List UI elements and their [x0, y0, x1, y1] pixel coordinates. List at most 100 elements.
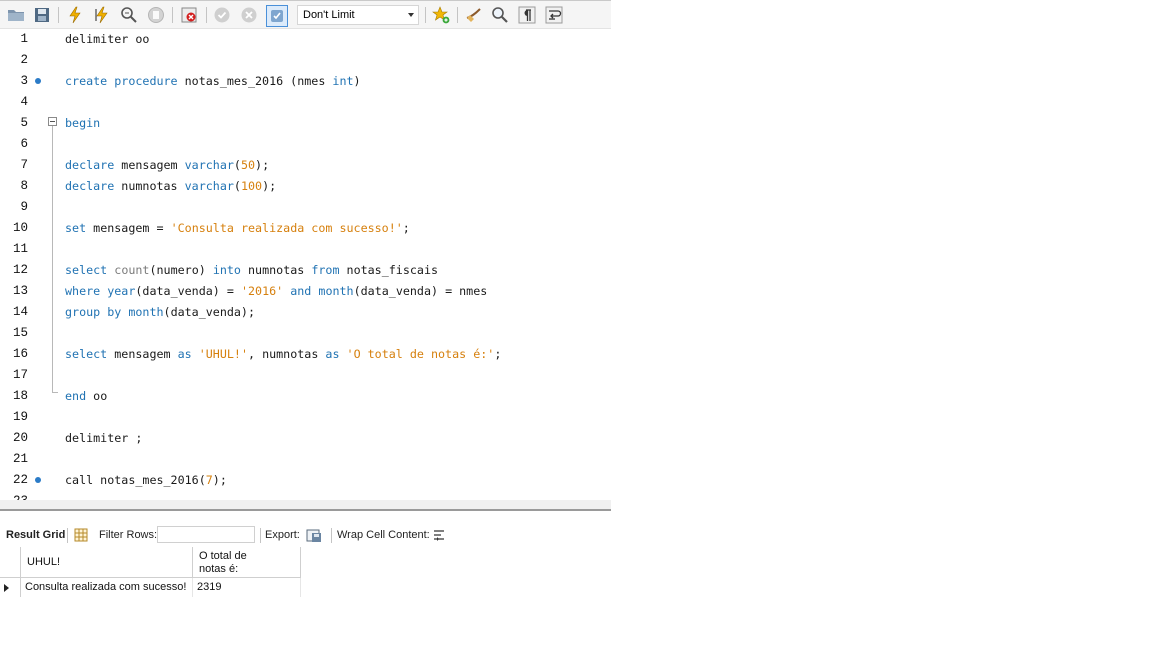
code-line[interactable]: 4 [0, 92, 611, 113]
code-line[interactable]: 19 [0, 407, 611, 428]
line-number: 16 [12, 347, 28, 361]
code-token: as [177, 347, 192, 361]
code-line[interactable]: 20 delimiter ; [0, 428, 611, 449]
line-number: 15 [12, 326, 28, 340]
code-line[interactable]: 12 select count(numero) into numnotas fro… [0, 260, 611, 281]
code-token: where [65, 284, 101, 298]
result-toolbar: Result Grid Filter Rows: Export: Wrap Ce… [0, 524, 611, 546]
editor-horizontal-scrollbar[interactable] [0, 500, 611, 509]
line-number: 23 [0, 491, 28, 500]
row-indicator[interactable] [0, 578, 21, 597]
autocommit-icon[interactable] [266, 5, 288, 27]
fold-toggle-icon[interactable] [48, 117, 57, 126]
code-token: end [65, 389, 87, 403]
code-text: begin [65, 113, 100, 134]
code-token: mensagem [114, 158, 185, 172]
code-token: 100 [240, 179, 263, 193]
code-token: (data_venda); [163, 305, 256, 319]
code-line[interactable]: 23 [0, 491, 611, 500]
filter-rows-label: Filter Rows: [99, 529, 158, 541]
line-number: 22 [12, 473, 28, 487]
code-token: create procedure [65, 74, 178, 88]
line-number: 12 [12, 263, 28, 277]
code-text: create procedure notas_mes_2016 (nmes in… [65, 71, 361, 92]
code-token: 'Consulta realizada com sucesso!' [170, 221, 403, 235]
code-line[interactable]: 1 delimiter oo [0, 29, 611, 50]
statement-marker-icon[interactable] [35, 477, 41, 483]
code-token: declare [65, 158, 115, 172]
column-header[interactable]: O total de notas é: [193, 547, 301, 578]
editor-result-splitter[interactable] [0, 509, 611, 511]
code-line[interactable]: 18 end oo [0, 386, 611, 407]
wrap-icon[interactable] [545, 6, 563, 24]
toolbar-separator [260, 528, 261, 543]
code-token: mensagem [107, 347, 178, 361]
code-line[interactable]: 3 create procedure notas_mes_2016 (nmes i… [0, 71, 611, 92]
code-line[interactable]: 8 declare numnotas varchar(100); [0, 176, 611, 197]
stop-icon[interactable] [147, 6, 165, 24]
code-line[interactable]: 7 declare mensagem varchar(50); [0, 155, 611, 176]
code-text: group by month(data_venda); [65, 302, 255, 323]
rollback-icon[interactable] [240, 6, 258, 24]
statement-marker-icon[interactable] [35, 78, 41, 84]
code-text: delimiter ; [65, 428, 142, 449]
wrap-cell-content-label: Wrap Cell Content: [337, 529, 430, 541]
export-label: Export: [265, 529, 300, 541]
code-token: call notas_mes_2016( [65, 473, 206, 487]
beautify-icon[interactable] [465, 6, 483, 24]
commit-icon[interactable] [213, 6, 231, 24]
code-line[interactable]: 13 where year(data_venda) = '2016' and mo… [0, 281, 611, 302]
table-cell[interactable]: 2319 [193, 578, 301, 597]
code-line[interactable]: 9 [0, 197, 611, 218]
toggle-error-icon[interactable] [180, 6, 198, 24]
code-line[interactable]: 21 [0, 449, 611, 470]
code-token: month [318, 284, 354, 298]
code-text: select count(numero) into numnotas from … [65, 260, 438, 281]
code-line[interactable]: 11 [0, 239, 611, 260]
code-line[interactable]: 5 begin [0, 113, 611, 134]
line-number: 2 [20, 53, 28, 67]
code-line[interactable]: 16 select mensagem as 'UHUL!', numnotas a… [0, 344, 611, 365]
execute-current-icon[interactable] [93, 6, 111, 24]
limit-rows-select[interactable]: Don't Limit [297, 5, 419, 25]
code-line[interactable]: 14 group by month(data_venda); [0, 302, 611, 323]
editor-toolbar: Don't Limit [0, 0, 611, 29]
code-line[interactable]: 17 [0, 365, 611, 386]
column-header[interactable]: UHUL! [21, 547, 193, 578]
code-token: month [128, 305, 164, 319]
chevron-down-icon [408, 13, 414, 17]
explain-icon[interactable] [120, 6, 138, 24]
save-icon[interactable] [33, 6, 51, 24]
find-icon[interactable] [491, 6, 509, 24]
code-line[interactable]: 22 call notas_mes_2016(7); [0, 470, 611, 491]
toolbar-separator [206, 7, 207, 23]
code-token: mensagem = [86, 221, 171, 235]
code-line[interactable]: 10 set mensagem = 'Consulta realizada com… [0, 218, 611, 239]
code-line[interactable]: 6 [0, 134, 611, 155]
column-header-label: O total de notas é: [199, 550, 247, 575]
line-number: 19 [12, 410, 28, 424]
line-number: 5 [20, 116, 28, 130]
code-token: int [332, 74, 354, 88]
grid-view-icon[interactable] [73, 527, 89, 543]
wrap-cell-icon[interactable] [431, 527, 447, 543]
invisible-chars-icon[interactable] [518, 6, 536, 24]
table-cell[interactable]: Consulta realizada com sucesso! [21, 578, 193, 597]
code-token: set [65, 221, 87, 235]
code-line[interactable]: 2 [0, 50, 611, 71]
code-line[interactable]: 15 [0, 323, 611, 344]
filter-rows-input[interactable] [157, 526, 255, 543]
code-token: 50 [240, 158, 256, 172]
line-number: 21 [12, 452, 28, 466]
result-grid-tab[interactable]: Result Grid [6, 524, 65, 546]
line-number: 3 [20, 74, 28, 88]
export-icon[interactable] [306, 527, 322, 543]
sql-editor[interactable]: 1 delimiter oo 2 3 create procedure notas_me… [0, 29, 611, 500]
code-token: oo [86, 389, 108, 403]
code-token: ); [262, 179, 277, 193]
open-folder-icon[interactable] [7, 6, 25, 24]
code-token: ); [212, 473, 227, 487]
execute-icon[interactable] [66, 6, 84, 24]
bookmark-icon[interactable] [432, 6, 450, 24]
